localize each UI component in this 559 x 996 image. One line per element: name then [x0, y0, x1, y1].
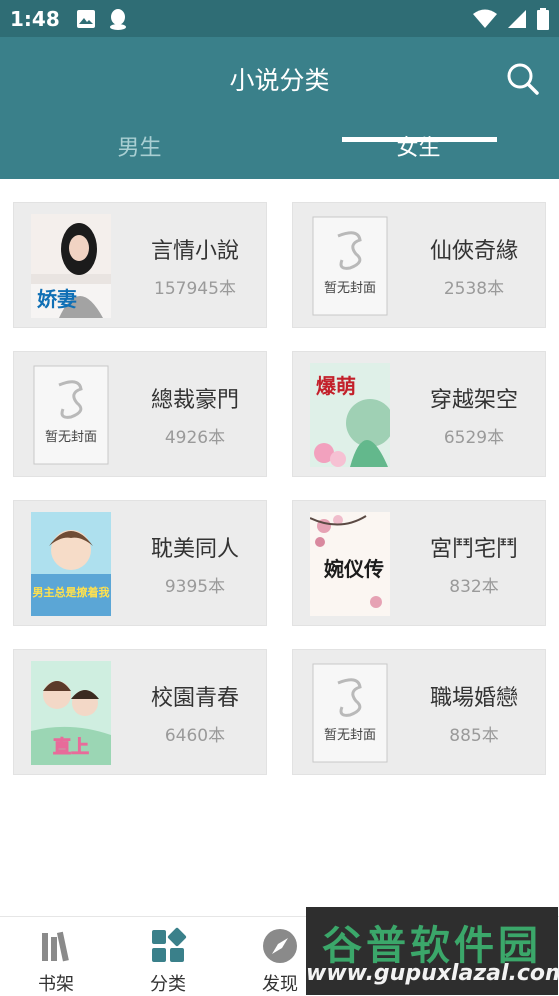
placeholder-cover: 暂无封面	[310, 661, 390, 765]
watermark: 谷普软件园 www.gupuxlazal.com	[306, 907, 559, 995]
category-title: 校園青春	[150, 686, 239, 711]
page-title: 小说分类	[229, 66, 330, 95]
book-cover: 爆萌	[310, 363, 390, 467]
svg-text:爆萌: 爆萌	[316, 374, 356, 398]
nav-category[interactable]: 分类	[112, 917, 224, 996]
nav-label: 书架	[38, 974, 74, 995]
placeholder-cover: 暂无封面	[31, 363, 111, 467]
watermark-url: www.gupuxlazal.com	[306, 961, 559, 986]
category-card-palace[interactable]: 婉仪传 宮鬥宅鬥 832本	[292, 500, 546, 626]
category-icon	[152, 927, 187, 962]
qq-notification-icon	[109, 8, 126, 30]
svg-text:暂无封面: 暂无封面	[45, 430, 97, 445]
category-count: 9395本	[164, 577, 226, 597]
system-status-icons	[473, 7, 549, 30]
category-count: 885本	[449, 726, 499, 746]
svg-text:直上: 直上	[53, 736, 89, 758]
active-tab-indicator	[342, 137, 497, 142]
category-count: 832本	[449, 577, 499, 597]
book-cover: 直上	[31, 661, 111, 765]
category-card-time-travel[interactable]: 爆萌 穿越架空 6529本	[292, 351, 546, 477]
category-title: 耽美同人	[150, 537, 239, 562]
category-card-xianxia[interactable]: 暂无封面 仙俠奇緣 2538本	[292, 202, 546, 328]
category-card-workplace[interactable]: 暂无封面 職場婚戀 885本	[292, 649, 546, 775]
app-bar: 小说分类 男生 女生	[0, 37, 559, 179]
status-bar: 1:48	[0, 0, 559, 37]
compass-icon	[263, 929, 297, 963]
svg-text:婉仪传: 婉仪传	[323, 557, 384, 581]
search-button[interactable]	[505, 61, 541, 97]
category-card-romance[interactable]: 娇妻 言情小說 157945本	[13, 202, 267, 328]
category-count: 4926本	[164, 428, 226, 448]
notification-icons	[76, 8, 128, 30]
image-notification-icon	[76, 9, 95, 28]
category-card-danmei[interactable]: 男主总是撩着我 耽美同人 9395本	[13, 500, 267, 626]
battery-icon	[537, 7, 549, 30]
category-count: 2538本	[443, 279, 505, 299]
svg-text:男主总是撩着我: 男主总是撩着我	[33, 585, 110, 599]
category-count: 157945本	[154, 279, 236, 299]
category-title: 職場婚戀	[429, 686, 518, 711]
bookshelf-icon	[42, 931, 69, 962]
search-icon	[507, 63, 539, 95]
tab-male[interactable]: 男生	[0, 129, 279, 179]
status-time: 1:48	[10, 6, 60, 31]
category-title: 總裁豪門	[150, 388, 239, 413]
svg-text:暂无封面: 暂无封面	[324, 281, 376, 296]
category-count: 6529本	[443, 428, 505, 448]
category-title: 言情小說	[150, 239, 239, 264]
category-count: 6460本	[164, 726, 226, 746]
book-cover: 婉仪传	[310, 512, 390, 616]
svg-text:娇妻: 娇妻	[37, 287, 77, 311]
category-title: 穿越架空	[429, 388, 518, 413]
category-card-ceo[interactable]: 暂无封面 總裁豪門 4926本	[13, 351, 267, 477]
placeholder-cover: 暂无封面	[310, 214, 390, 318]
category-card-campus[interactable]: 直上 校園青春 6460本	[13, 649, 267, 775]
nav-bookshelf[interactable]: 书架	[0, 917, 112, 996]
book-cover: 娇妻	[31, 214, 111, 318]
nav-label: 分类	[150, 974, 186, 995]
svg-text:暂无封面: 暂无封面	[324, 728, 376, 743]
wifi-icon	[473, 9, 497, 28]
signal-icon	[508, 9, 526, 28]
book-cover: 男主总是撩着我	[31, 512, 111, 616]
category-title: 宮鬥宅鬥	[429, 537, 518, 562]
category-title: 仙俠奇緣	[429, 239, 518, 264]
